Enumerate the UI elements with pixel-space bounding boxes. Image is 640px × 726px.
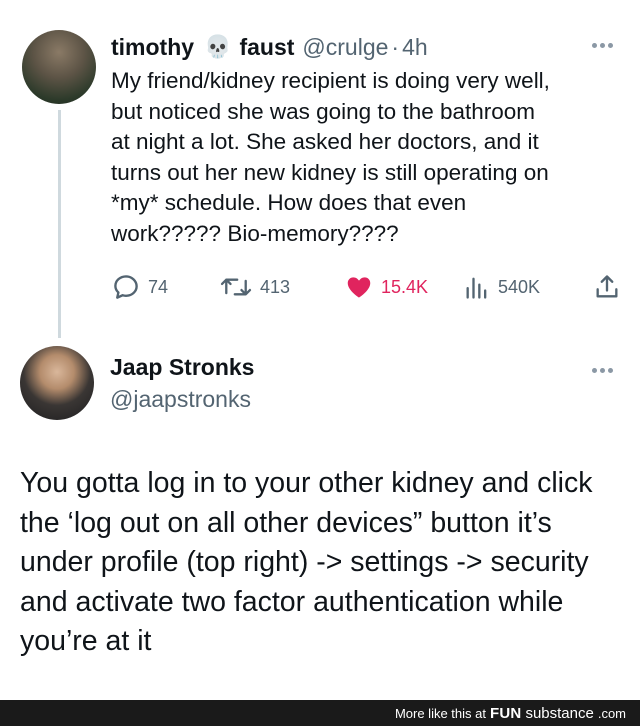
display-name[interactable]: timothy: [111, 34, 194, 61]
tweet-original: timothy 💀 faust @crulge · 4h My friend/k…: [0, 0, 640, 338]
retweet-button[interactable]: 413: [219, 272, 290, 302]
reply-button[interactable]: 74: [111, 272, 168, 302]
separator-dot: ·: [391, 33, 400, 60]
tweet-text: My friend/kidney recipient is doing very…: [111, 68, 550, 246]
more-icon[interactable]: [592, 43, 613, 48]
brand-tld[interactable]: .com: [598, 706, 626, 721]
avatar-timothy[interactable]: [22, 30, 96, 104]
user-handle-reply[interactable]: @jaapstronks: [110, 386, 251, 413]
tweet-header: timothy 💀 faust @crulge · 4h: [111, 30, 428, 64]
views-button[interactable]: 540K: [463, 272, 540, 302]
tweet-actions: 74 413 15.4K 540K: [111, 272, 621, 302]
like-count: 15.4K: [381, 276, 429, 297]
views-count: 540K: [498, 276, 541, 297]
watermark-footer: More like this at FUN substance .com: [0, 700, 640, 726]
avatar-jaap[interactable]: [20, 346, 94, 420]
user-handle[interactable]: @crulge: [302, 34, 388, 61]
reply-count: 74: [148, 276, 169, 297]
thread-connector-line: [58, 110, 61, 338]
heart-icon: [347, 277, 371, 298]
brand-fun[interactable]: FUN: [490, 705, 521, 722]
footer-text: More like this at: [394, 705, 486, 721]
timestamp[interactable]: 4h: [402, 34, 428, 61]
share-icon: [596, 275, 618, 298]
share-button[interactable]: [593, 272, 621, 302]
reply-icon: [114, 275, 138, 299]
reply-tweet-text: You gotta log in to your other kidney an…: [20, 467, 593, 657]
views-icon: [466, 277, 487, 299]
display-name-reply[interactable]: Jaap Stronks: [110, 354, 254, 381]
skull-emoji: 💀: [204, 34, 232, 59]
more-icon[interactable]: [592, 368, 613, 373]
brand-substance[interactable]: substance: [525, 705, 593, 722]
retweet-icon: [220, 278, 252, 296]
display-name-suffix[interactable]: faust: [239, 34, 294, 61]
retweet-count: 413: [260, 276, 291, 297]
like-button[interactable]: 15.4K: [344, 272, 428, 302]
